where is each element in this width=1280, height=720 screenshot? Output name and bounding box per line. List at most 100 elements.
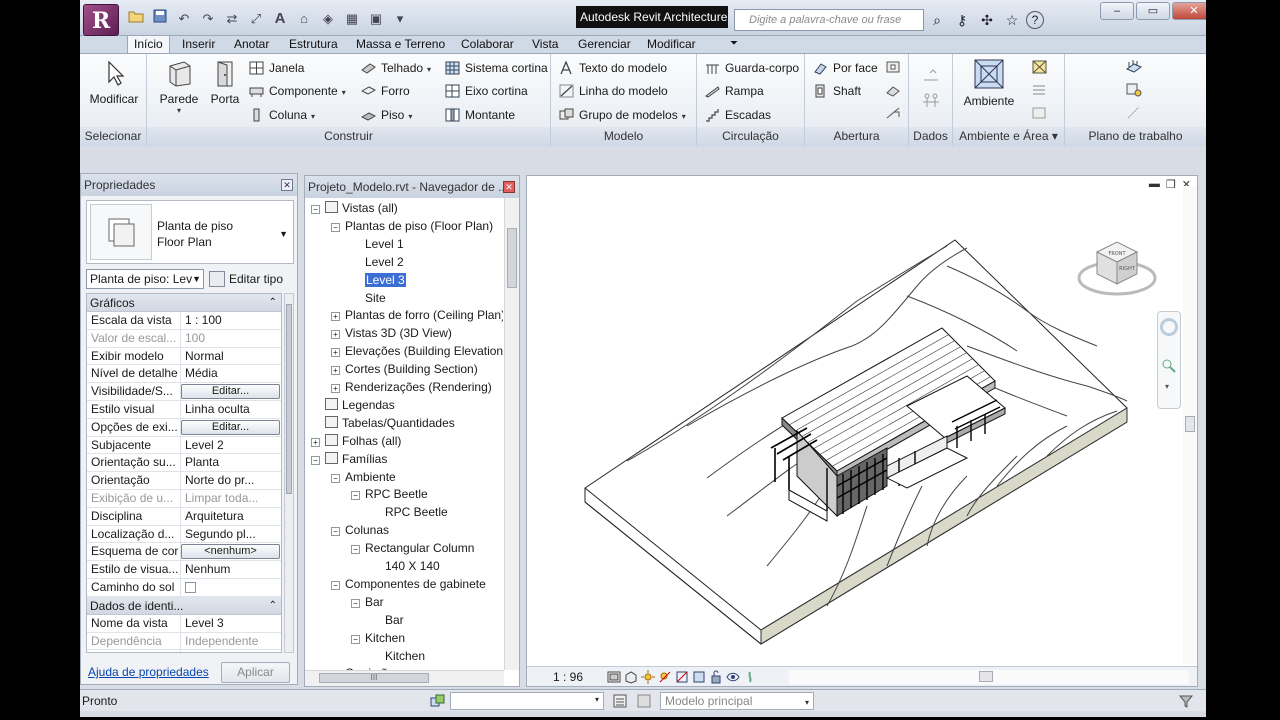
tree-node[interactable]: + Plantas de forro (Ceiling Plan) (331, 306, 503, 324)
zoom-icon[interactable] (1161, 358, 1177, 374)
property-section[interactable]: Dados de identi... ⌃ (87, 596, 281, 615)
collapse-icon[interactable]: − (351, 634, 360, 644)
section-icon[interactable]: ▦ (341, 9, 363, 29)
wall-dropdown-icon[interactable]: ▾ (157, 106, 201, 115)
tab-anotar[interactable]: Anotar (234, 36, 269, 53)
tree-node[interactable]: − Colunas (331, 521, 389, 539)
unlock-3d-icon[interactable] (709, 670, 723, 684)
stairs-button[interactable]: Escadas (705, 106, 771, 124)
ref-plane-icon[interactable] (1125, 105, 1143, 121)
property-edit-button[interactable]: Editar... (181, 419, 280, 435)
tree-node[interactable]: Site (351, 289, 386, 307)
minimize-button[interactable]: – (1100, 2, 1134, 20)
tree-node[interactable]: − Rectangular Column (351, 539, 474, 557)
binoculars-icon[interactable]: ⌕ (926, 9, 948, 31)
switch-windows-icon[interactable]: ▾ (389, 9, 411, 29)
tree-node[interactable]: 140 X 140 (371, 557, 440, 575)
wall-button[interactable]: Parede ▾ (157, 58, 201, 115)
tree-node[interactable]: + Cortes (Building Section) (331, 360, 478, 378)
collapse-icon[interactable]: − (311, 455, 320, 465)
collapse-icon[interactable]: − (311, 205, 320, 214)
tab-massa-terreno[interactable]: Massa e Terreno (356, 36, 445, 53)
design-options-icon[interactable] (612, 693, 628, 709)
tree-node[interactable]: − Ambiente (331, 468, 396, 486)
help-search-input[interactable]: Digite a palavra-chave ou frase (734, 9, 924, 31)
reveal-hidden-icon[interactable] (743, 670, 757, 684)
model-group-button[interactable]: Grupo de modelos ▾ (559, 106, 686, 124)
property-value[interactable]: <nenhum> (181, 543, 281, 560)
modify-button[interactable]: Modificar (88, 58, 140, 106)
filter-icon[interactable] (1178, 693, 1194, 709)
open-icon[interactable] (125, 9, 147, 29)
tag-icon[interactable]: ◈ (317, 9, 339, 29)
model-line-button[interactable]: Linha do modelo (559, 82, 668, 100)
room-button[interactable]: Ambiente (961, 58, 1017, 108)
ribbon-minimize-icon[interactable]: ⏷ (730, 36, 738, 53)
expand-icon[interactable]: + (331, 366, 340, 376)
temporary-hide-icon[interactable] (726, 670, 740, 684)
collapse-icon[interactable]: − (331, 527, 340, 537)
shaft-button[interactable]: Shaft (813, 82, 861, 100)
area-icon[interactable] (1031, 105, 1049, 121)
close-icon[interactable]: ✕ (503, 181, 515, 193)
collapse-icon[interactable]: − (331, 473, 340, 483)
property-value[interactable]: Normal (181, 348, 281, 365)
set-workplane-icon[interactable] (1125, 59, 1143, 75)
property-value[interactable]: Linha oculta (181, 401, 281, 418)
edit-type-button[interactable]: Editar tipo (209, 269, 283, 289)
collapse-icon[interactable]: − (351, 545, 360, 555)
text-icon[interactable]: A (269, 9, 291, 29)
tree-node[interactable]: Level 3 (351, 271, 406, 289)
tab-colaborar[interactable]: Colaborar (461, 36, 514, 53)
close-icon[interactable]: ✕ (281, 179, 293, 191)
sync-icon[interactable]: ⇄ (221, 9, 243, 29)
model-text-button[interactable]: Texto do modelo (559, 59, 667, 77)
property-value[interactable]: Level 3 (181, 615, 281, 632)
tree-node[interactable]: − Vistas (all) (311, 199, 398, 217)
save-icon[interactable] (149, 9, 171, 29)
roof-button[interactable]: Telhado ▾ (361, 59, 431, 77)
wall-opening-icon[interactable] (885, 60, 903, 76)
ramp-button[interactable]: Rampa (705, 82, 764, 100)
show-workplane-icon[interactable] (1125, 82, 1143, 98)
tree-node[interactable]: Tabelas/Quantidades (311, 414, 455, 432)
tree-node[interactable]: Level 2 (351, 253, 404, 271)
favorite-icon[interactable]: ☆ (1001, 9, 1023, 31)
redo-icon[interactable]: ↷ (197, 9, 219, 29)
property-value[interactable] (181, 650, 281, 652)
property-value[interactable]: Norte do pr... (181, 472, 281, 489)
tree-node[interactable]: + Elevações (Building Elevation) (331, 342, 503, 360)
property-value[interactable]: Editar... (181, 383, 281, 400)
collapse-icon[interactable]: − (331, 222, 340, 232)
room-separator-icon[interactable] (1031, 59, 1049, 75)
crop-view-icon[interactable] (675, 670, 689, 684)
workset-select[interactable]: ▾ (450, 692, 604, 710)
window-tool-button[interactable]: Janela (249, 59, 304, 77)
drawing-area[interactable]: ▬ ❐ ✕ FRONT RIGHT ▾ 1: 96 (526, 175, 1198, 687)
railing-button[interactable]: Guarda-corpo (705, 59, 799, 77)
tab-modificar[interactable]: Modificar (647, 36, 696, 53)
viewport-vertical-scrollbar[interactable] (1183, 186, 1197, 664)
collapse-icon[interactable]: − (331, 580, 340, 590)
steering-wheel-icon[interactable] (1160, 318, 1178, 336)
expand-icon[interactable]: + (331, 348, 340, 358)
visual-style-icon[interactable] (624, 670, 638, 684)
key-icon[interactable]: ⚷ (951, 9, 973, 31)
properties-scrollbar[interactable] (284, 293, 294, 653)
tree-node[interactable]: − Bar (351, 593, 384, 611)
3d-view-icon[interactable]: ⌂ (293, 9, 315, 29)
view-scale[interactable]: 1 : 96 (553, 667, 583, 687)
tree-node[interactable]: Level 1 (351, 235, 404, 253)
properties-help-link[interactable]: Ajuda de propriedades (88, 665, 209, 679)
door-button[interactable]: Porta (207, 58, 243, 106)
editing-requests-icon[interactable] (636, 693, 652, 709)
property-value[interactable]: Arquitetura (181, 508, 281, 525)
property-section[interactable]: Gráficos ⌃ (87, 294, 281, 312)
floor-button[interactable]: Piso ▾ (360, 106, 412, 124)
tab-inserir[interactable]: Inserir (182, 36, 215, 53)
room-tag-icon[interactable] (1031, 82, 1049, 98)
show-crop-icon[interactable] (692, 670, 706, 684)
property-value[interactable]: Segundo pl... (181, 526, 281, 543)
undo-icon[interactable]: ↶ (173, 9, 195, 29)
component-button[interactable]: Componente ▾ (249, 82, 346, 100)
